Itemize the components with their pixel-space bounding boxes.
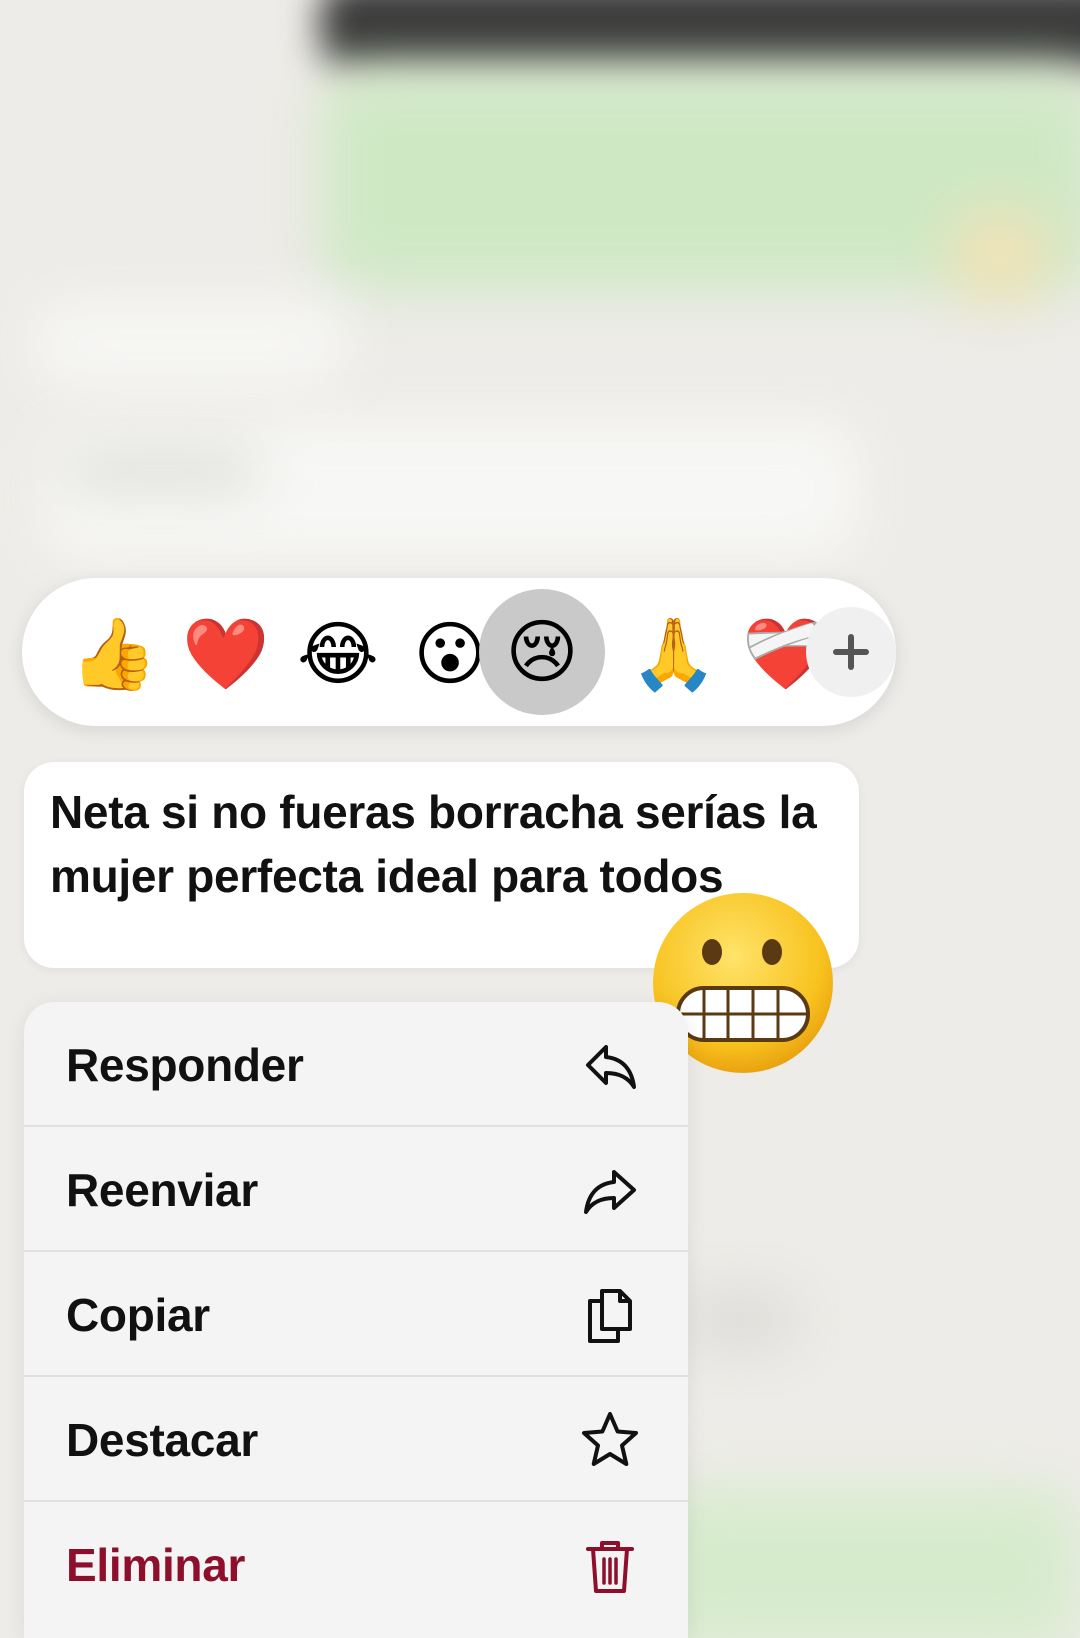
blurred-incoming-bubble <box>30 300 350 390</box>
menu-item-copy[interactable]: Copiar <box>24 1252 688 1377</box>
message-text: Neta si no fueras borracha serías la muj… <box>50 786 817 902</box>
plus-icon <box>833 634 869 670</box>
blurred-emoji <box>950 210 1050 300</box>
menu-item-delete[interactable]: Eliminar <box>24 1502 688 1627</box>
menu-item-label: Reenviar <box>66 1163 258 1216</box>
blurred-incoming-bubble <box>40 420 860 560</box>
blurred-outgoing-bubble <box>640 1490 1080 1638</box>
menu-item-reply[interactable]: Responder <box>24 1002 688 1127</box>
menu-item-label: Destacar <box>66 1413 258 1466</box>
reaction-thumbs-up[interactable]: 👍 <box>58 598 170 710</box>
star-icon <box>582 1411 638 1466</box>
menu-item-label: Responder <box>66 1038 304 1091</box>
reaction-heart[interactable]: ❤️ <box>170 598 282 710</box>
forward-icon <box>584 1169 636 1214</box>
blurred-text <box>680 1290 800 1350</box>
menu-item-label: Copiar <box>66 1288 210 1341</box>
copy-icon <box>588 1288 632 1343</box>
blurred-header <box>320 0 1080 70</box>
menu-item-label: Eliminar <box>66 1538 246 1591</box>
trash-icon <box>586 1540 634 1593</box>
menu-item-forward[interactable]: Reenviar <box>24 1127 688 1252</box>
blurred-text <box>60 450 260 490</box>
reaction-crying[interactable]: 😢 <box>479 589 605 715</box>
reaction-bar: 👍 ❤️ 😂 😮 😢 🙏 ❤️‍🩹 <box>22 578 896 726</box>
reaction-praying-hands[interactable]: 🙏 <box>618 598 730 710</box>
menu-item-star[interactable]: Destacar <box>24 1377 688 1502</box>
message-context-menu: Responder Reenviar Copiar Destacar Elimi… <box>24 1002 688 1638</box>
reply-icon <box>586 1044 636 1089</box>
reaction-laughing[interactable]: 😂 <box>282 598 394 710</box>
more-reactions-button[interactable] <box>806 607 896 697</box>
